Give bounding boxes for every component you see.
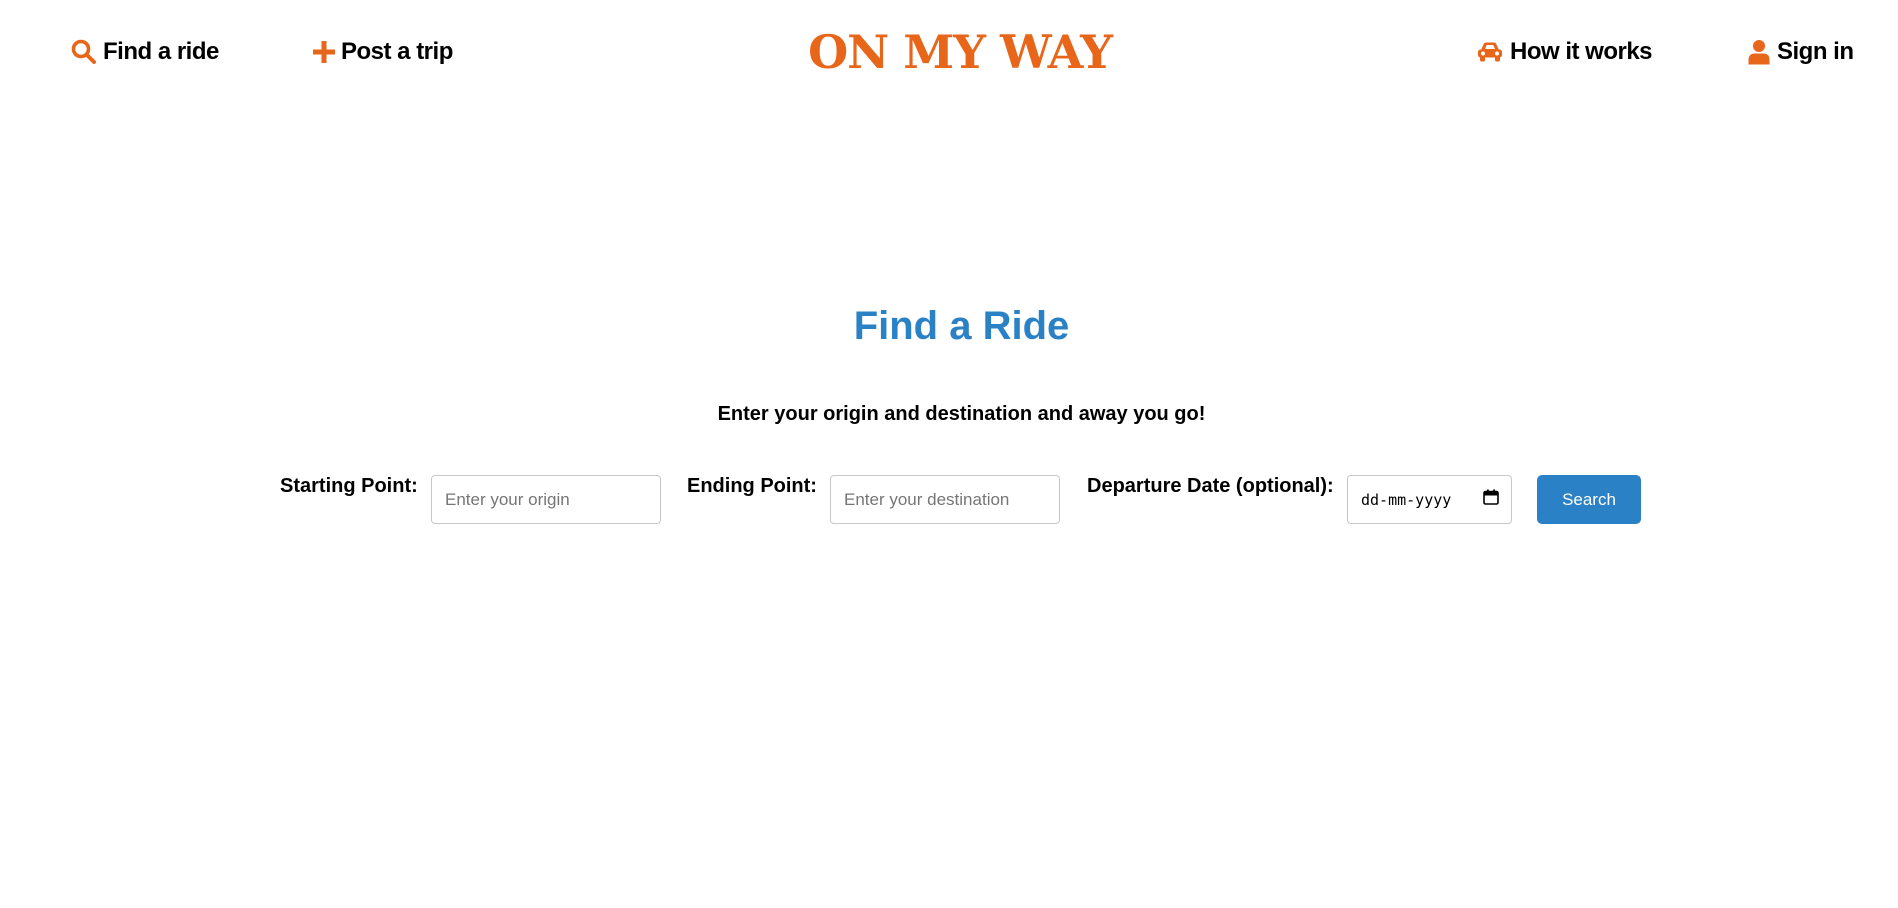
- nav-sign-in[interactable]: Sign in: [1747, 30, 1854, 74]
- page: Find a ride Post a trip ON MY WAY How it…: [0, 0, 1898, 908]
- nav-how-it-works-label: How it works: [1510, 38, 1653, 65]
- nav-find-ride[interactable]: Find a ride: [71, 30, 219, 74]
- user-icon: [1747, 39, 1771, 65]
- search-icon: [71, 39, 97, 65]
- nav-sign-in-label: Sign in: [1777, 38, 1854, 65]
- nav-post-trip[interactable]: Post a trip: [313, 30, 453, 74]
- departure-date-value: dd-mm-yyyy: [1361, 490, 1452, 509]
- origin-label: Starting Point:: [280, 475, 418, 497]
- nav-find-ride-label: Find a ride: [103, 38, 219, 65]
- origin-input[interactable]: [431, 475, 661, 524]
- nav-how-it-works[interactable]: How it works: [1476, 30, 1653, 74]
- search-button[interactable]: Search: [1537, 475, 1641, 524]
- destination-label: Ending Point:: [687, 475, 817, 497]
- page-subtitle: Enter your origin and destination and aw…: [717, 403, 1206, 425]
- nav-post-trip-label: Post a trip: [341, 38, 453, 65]
- page-title: Find a Ride: [853, 304, 1070, 348]
- car-icon: [1476, 41, 1504, 63]
- calendar-icon[interactable]: [1483, 489, 1499, 510]
- plus-icon: [313, 41, 335, 63]
- departure-date-input[interactable]: dd-mm-yyyy: [1347, 475, 1512, 524]
- destination-input[interactable]: [830, 475, 1060, 524]
- brand-logo[interactable]: ON MY WAY: [780, 22, 1140, 82]
- departure-date-label: Departure Date (optional):: [1087, 475, 1334, 497]
